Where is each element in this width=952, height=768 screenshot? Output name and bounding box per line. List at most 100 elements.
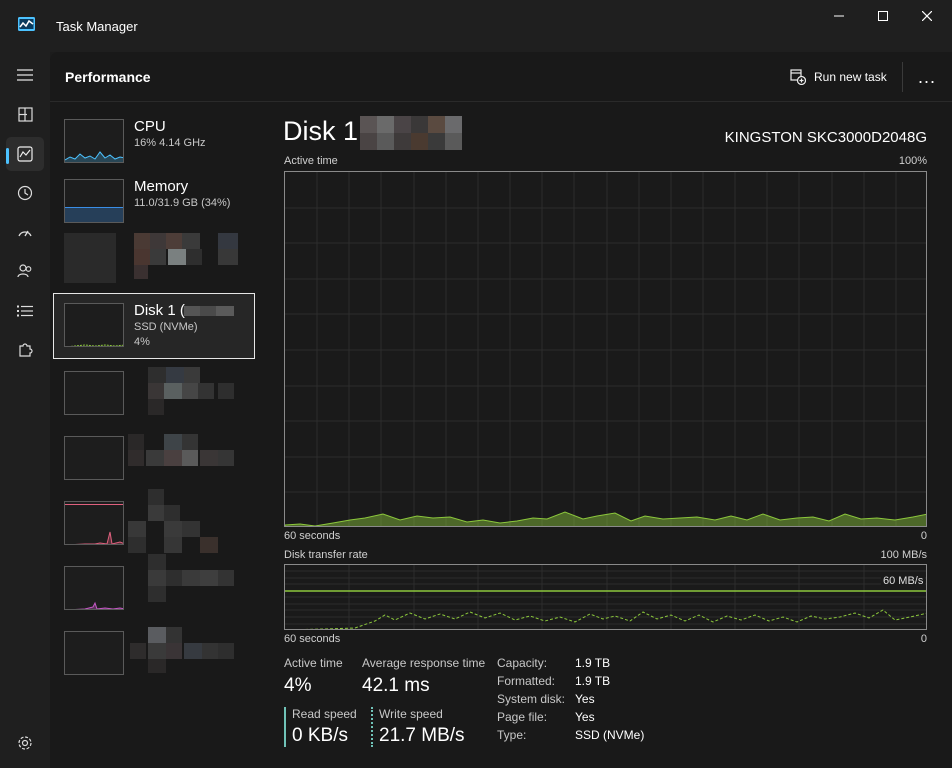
redacted-pixels	[168, 249, 186, 265]
device-item-redacted-3[interactable]	[53, 429, 255, 495]
stat-read-speed-value: 0 KB/s	[292, 725, 348, 746]
redacted-pixels	[218, 570, 234, 586]
hamburger-icon	[17, 69, 33, 81]
graph-gridlines	[285, 565, 926, 629]
more-options-button[interactable]: ...	[912, 64, 942, 90]
gear-icon	[18, 736, 32, 750]
device-item-redacted-5[interactable]	[53, 554, 255, 625]
history-icon	[17, 185, 33, 201]
redacted-pixels	[184, 643, 202, 659]
redacted-pixels	[150, 249, 166, 265]
device-name-memory: Memory	[134, 178, 189, 195]
close-button[interactable]	[904, 0, 950, 32]
prop-capacity-value: 1.9 TB	[575, 656, 611, 670]
prop-type-label: Type:	[497, 728, 527, 742]
nav-services[interactable]	[6, 333, 44, 367]
stat-active-time-label: Active time	[284, 656, 343, 670]
redacted-pixels	[218, 383, 234, 399]
redacted-pixels	[166, 627, 182, 643]
device-item-redacted-2[interactable]	[53, 364, 255, 430]
minimize-button[interactable]	[816, 0, 862, 32]
transfer-rate-graph: 60 MB/s	[284, 564, 927, 630]
device-usage-disk-1: 4%	[134, 336, 150, 348]
puzzle-icon	[19, 343, 33, 357]
redacted-pixels	[128, 434, 144, 450]
redacted-pixels	[134, 233, 150, 249]
cpu-thumbnail-graph	[64, 119, 124, 163]
redacted-pixels	[146, 450, 164, 466]
device-item-redacted-6[interactable]	[53, 624, 255, 690]
minimize-icon	[834, 15, 844, 17]
redacted-pixels	[130, 643, 146, 659]
redacted-pixels	[150, 233, 166, 249]
redacted-pixels	[166, 643, 182, 659]
redacted-pixels	[202, 643, 218, 659]
redacted-pixels	[200, 450, 218, 466]
active-time-graph-label: Active time	[284, 155, 338, 167]
maximize-button[interactable]	[860, 0, 906, 32]
prop-system-disk-label: System disk:	[497, 692, 566, 706]
redacted-pixels	[128, 537, 146, 553]
hamburger-menu-button[interactable]	[6, 58, 44, 92]
cpu-thumbnail-line	[65, 151, 123, 162]
window-title: Task Manager	[56, 19, 138, 34]
navigation-rail	[0, 52, 50, 768]
prop-formatted-label: Formatted:	[497, 674, 556, 688]
nav-settings[interactable]	[6, 726, 44, 760]
active-time-graph-max: 100%	[898, 155, 927, 167]
device-item-cpu[interactable]: CPU 16% 4.14 GHz	[53, 112, 255, 178]
run-new-task-button[interactable]: Run new task	[790, 64, 887, 90]
transfer-rate-graph-max: 100 MB/s	[880, 549, 927, 561]
redacted-pixels	[218, 233, 238, 249]
redacted-pixels	[164, 505, 180, 521]
nav-app-history[interactable]	[6, 176, 44, 210]
redacted-pixels	[186, 249, 202, 265]
redacted-pixels	[64, 233, 116, 283]
transfer-rate-graph-xlabel: 60 seconds	[284, 633, 341, 645]
gpu-thumbnail-line	[74, 531, 123, 544]
nav-processes[interactable]	[6, 97, 44, 131]
redacted-pixels	[182, 570, 200, 586]
redacted-pixels	[445, 133, 462, 150]
header-separator	[902, 62, 903, 92]
gpu-thumbnail-graph	[64, 501, 124, 545]
memory-thumbnail-fill	[65, 207, 123, 222]
read-speed-indicator	[284, 707, 286, 747]
redacted-pixels	[428, 116, 445, 133]
redacted-pixels	[394, 133, 411, 150]
redacted-pixels	[164, 521, 182, 537]
redacted-pixels	[164, 537, 182, 553]
redacted-pixels	[218, 450, 234, 466]
active-time-graph-xlabel: 60 seconds	[284, 530, 341, 542]
transfer-rate-graph-label: Disk transfer rate	[284, 549, 368, 561]
performance-icon	[17, 146, 33, 162]
device-item-redacted-1[interactable]	[53, 226, 255, 292]
redacted-pixels	[216, 306, 234, 316]
title-bar: Task Manager	[0, 0, 952, 52]
device-thumbnail-graph	[64, 371, 124, 415]
active-time-graph	[284, 171, 927, 527]
device-thumbnail-graph	[64, 631, 124, 675]
users-icon	[17, 264, 32, 278]
gpu2-thumbnail-graph	[64, 566, 124, 610]
device-name-cpu: CPU	[134, 118, 166, 135]
nav-users[interactable]	[6, 254, 44, 288]
active-time-graph-min: 0	[920, 530, 927, 542]
redacted-pixels	[411, 133, 428, 150]
device-item-redacted-4[interactable]	[53, 489, 255, 560]
nav-performance[interactable]	[6, 137, 44, 171]
memory-thumbnail-graph	[64, 179, 124, 223]
device-type-disk-1: SSD (NVMe)	[134, 321, 198, 333]
nav-details[interactable]	[6, 294, 44, 328]
prop-page-file-value: Yes	[575, 710, 595, 724]
gpu2-thumbnail-line	[74, 601, 123, 609]
redacted-pixels	[134, 249, 150, 265]
stat-write-speed-label: Write speed	[379, 707, 443, 721]
run-new-task-label: Run new task	[814, 70, 887, 84]
stat-avg-response-label: Average response time	[362, 656, 486, 670]
transfer-rate-graph-min: 0	[920, 633, 927, 645]
nav-startup-apps[interactable]	[6, 215, 44, 249]
device-item-disk-1[interactable]: Disk 1 ( SSD (NVMe) 4%	[53, 293, 255, 359]
redacted-pixels	[184, 306, 200, 316]
write-speed-series	[304, 609, 926, 629]
